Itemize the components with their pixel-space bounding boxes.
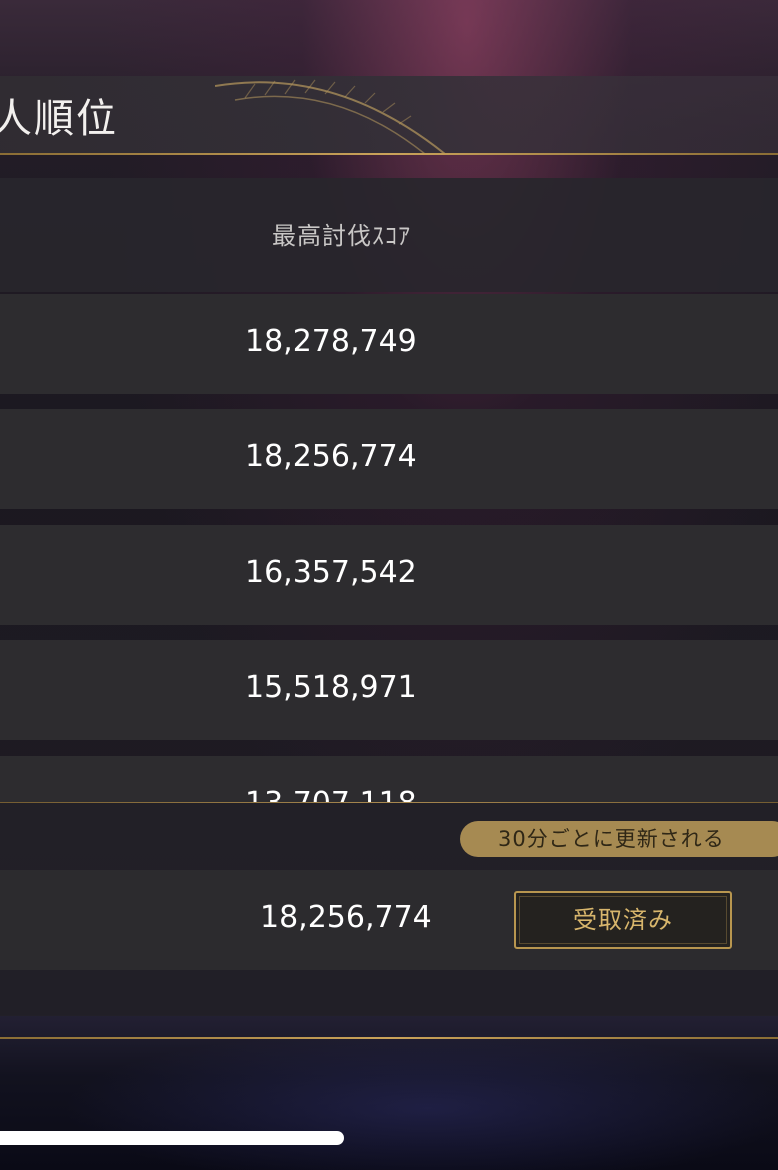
footer-divider-bottom — [0, 1037, 778, 1039]
table-row[interactable]: 18,278,749 — [0, 294, 778, 394]
table-row[interactable]: 13,707,118 — [0, 756, 778, 802]
row-score: 16,357,542 — [245, 555, 417, 590]
header-ornament-icon — [215, 79, 446, 154]
ranking-list[interactable]: 18,278,749 18,256,774 16,357,542 15,518,… — [0, 292, 778, 802]
ranking-screen: 人順位 最高討伐ｽｺｱ 18,278,749 18,256,774 16,357… — [0, 0, 778, 1170]
row-score: 13,707,118 — [245, 786, 417, 802]
row-score: 18,256,774 — [245, 439, 417, 474]
my-score: 18,256,774 — [260, 900, 432, 935]
update-interval-badge: 30分ごとに更新される — [460, 821, 778, 857]
claimed-button[interactable]: 受取済み — [514, 891, 732, 949]
claimed-button-label: 受取済み — [573, 906, 673, 934]
home-indicator[interactable] — [0, 1131, 344, 1145]
row-score: 15,518,971 — [245, 670, 417, 705]
page-title: 人順位 — [0, 96, 118, 142]
table-row[interactable]: 16,357,542 — [0, 525, 778, 625]
table-row[interactable]: 15,518,971 — [0, 640, 778, 740]
header-divider — [0, 153, 778, 155]
column-label-best-score: 最高討伐ｽｺｱ — [272, 222, 411, 250]
table-row[interactable]: 18,256,774 — [0, 409, 778, 509]
row-score: 18,278,749 — [245, 324, 417, 359]
